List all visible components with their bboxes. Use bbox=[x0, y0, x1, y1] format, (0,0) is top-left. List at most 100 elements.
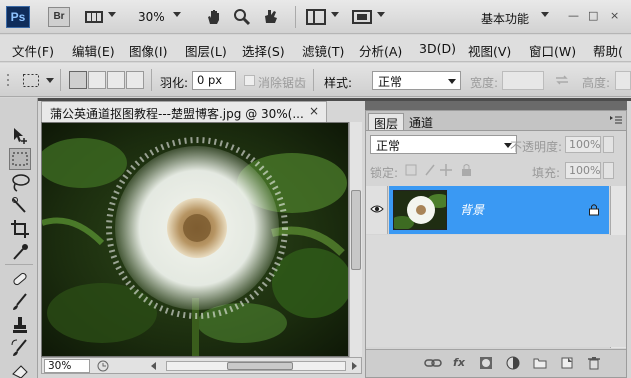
bridge-button[interactable]: Br bbox=[48, 7, 70, 27]
trash-icon[interactable] bbox=[587, 356, 601, 370]
panel-menu-icon[interactable] bbox=[610, 115, 622, 125]
rotate-view-icon[interactable] bbox=[262, 8, 280, 26]
workspace-switcher[interactable]: 基本功能 bbox=[481, 10, 529, 27]
tab-layers[interactable]: 图层 bbox=[368, 113, 405, 131]
chevron-down-icon[interactable] bbox=[108, 12, 116, 17]
photoshop-logo: Ps bbox=[6, 6, 30, 28]
divider bbox=[151, 69, 152, 91]
menu-select[interactable]: 选择(S) bbox=[242, 41, 285, 60]
menu-filter[interactable]: 滤镜(T) bbox=[302, 41, 344, 60]
document-tab[interactable]: 蒲公英通道抠图教程---楚盟博客.jpg @ 30%(... bbox=[41, 101, 327, 122]
menu-image[interactable]: 图像(I) bbox=[129, 41, 167, 60]
style-dropdown[interactable]: 正常 bbox=[372, 71, 461, 90]
minimize-button[interactable]: — bbox=[568, 9, 579, 22]
mask-icon[interactable] bbox=[479, 356, 493, 370]
zoom-tool-icon[interactable] bbox=[233, 8, 251, 26]
panel-collapse-strip[interactable] bbox=[365, 101, 627, 110]
arrange-documents-icon[interactable] bbox=[306, 8, 326, 26]
blend-mode-dropdown[interactable]: 正常 bbox=[370, 135, 517, 154]
chevron-down-icon[interactable] bbox=[46, 78, 54, 83]
layer-row[interactable]: 背景 bbox=[366, 186, 626, 234]
eyedropper-tool-icon[interactable] bbox=[9, 241, 31, 263]
opacity-label: 不透明度: bbox=[510, 140, 563, 154]
opacity-input[interactable]: 100% bbox=[565, 136, 601, 153]
divider bbox=[60, 69, 61, 91]
width-input[interactable] bbox=[502, 71, 544, 90]
antialias-checkbox[interactable] bbox=[244, 75, 255, 86]
brush-tool-icon[interactable] bbox=[9, 291, 31, 313]
new-selection-button[interactable] bbox=[69, 71, 87, 89]
menu-file[interactable]: 文件(F) bbox=[12, 41, 54, 60]
scroll-thumb[interactable] bbox=[227, 362, 293, 370]
eye-icon bbox=[370, 205, 384, 213]
menu-3d[interactable]: 3D(D) bbox=[419, 41, 456, 56]
maximize-button[interactable]: □ bbox=[588, 9, 598, 22]
folder-icon[interactable] bbox=[533, 356, 547, 370]
width-label: 宽度: bbox=[470, 76, 499, 90]
screen-mode-icon[interactable] bbox=[352, 8, 372, 26]
menu-view[interactable]: 视图(V) bbox=[468, 41, 511, 60]
menu-layer[interactable]: 图层(L) bbox=[185, 41, 227, 60]
fx-icon[interactable]: fx bbox=[452, 356, 466, 370]
divider bbox=[295, 6, 296, 28]
layer-background[interactable]: 背景 bbox=[389, 186, 609, 234]
zoom-field[interactable]: 30% bbox=[44, 359, 90, 373]
adjustment-icon[interactable] bbox=[506, 356, 520, 370]
layer-name[interactable]: 背景 bbox=[460, 201, 484, 218]
menu-edit[interactable]: 编辑(E) bbox=[72, 41, 115, 60]
opacity-slider-button[interactable] bbox=[603, 136, 614, 153]
scroll-right-icon[interactable] bbox=[352, 362, 357, 370]
lasso-tool-icon[interactable] bbox=[9, 172, 31, 194]
panel-tabs: 图层 通道 bbox=[366, 111, 626, 131]
eraser-tool-icon[interactable] bbox=[9, 360, 31, 378]
add-to-selection-button[interactable] bbox=[88, 71, 106, 89]
visibility-toggle[interactable] bbox=[366, 186, 388, 234]
quick-selection-tool-icon[interactable] bbox=[9, 195, 31, 217]
layers-list-empty bbox=[366, 235, 626, 347]
subtract-from-selection-button[interactable] bbox=[107, 71, 125, 89]
rectangular-marquee-icon[interactable] bbox=[22, 73, 40, 88]
chevron-down-icon[interactable] bbox=[173, 12, 181, 17]
chevron-down-icon[interactable] bbox=[541, 12, 549, 17]
fill-slider-button[interactable] bbox=[603, 162, 614, 179]
swap-icon[interactable] bbox=[555, 74, 569, 86]
chevron-down-icon bbox=[448, 79, 456, 84]
intersect-selection-button[interactable] bbox=[126, 71, 144, 89]
zoom-level[interactable]: 30% bbox=[138, 10, 165, 24]
layer-thumbnail bbox=[393, 190, 447, 230]
crop-tool-icon[interactable] bbox=[9, 218, 31, 240]
close-button[interactable]: × bbox=[610, 9, 619, 22]
close-document-button[interactable]: × bbox=[309, 104, 319, 118]
link-icon[interactable] bbox=[424, 356, 442, 370]
hand-tool-icon[interactable] bbox=[205, 8, 223, 26]
feather-input[interactable]: 0 px bbox=[192, 71, 236, 90]
menu-help[interactable]: 帮助( bbox=[593, 41, 623, 60]
rectangular-marquee-tool[interactable] bbox=[9, 148, 31, 170]
chevron-down-icon[interactable] bbox=[331, 12, 339, 17]
grip-icon bbox=[7, 74, 9, 86]
vertical-scrollbar[interactable] bbox=[349, 122, 362, 357]
toolbox bbox=[0, 98, 38, 378]
move-tool-icon[interactable] bbox=[9, 125, 31, 147]
scroll-thumb[interactable] bbox=[351, 190, 361, 270]
menu-window[interactable]: 窗口(W) bbox=[529, 41, 576, 60]
application-bar: Ps Br 30% 基本功能 — □ × bbox=[0, 0, 631, 34]
healing-brush-tool-icon[interactable] bbox=[9, 268, 31, 290]
document-title: 蒲公英通道抠图教程---楚盟博客.jpg @ 30%(... bbox=[50, 107, 304, 121]
tab-channels[interactable]: 通道 bbox=[404, 113, 438, 130]
horizontal-scrollbar[interactable] bbox=[166, 361, 346, 371]
clone-stamp-tool-icon[interactable] bbox=[9, 314, 31, 336]
new-layer-icon[interactable] bbox=[560, 356, 574, 370]
history-brush-tool-icon[interactable] bbox=[9, 337, 31, 359]
menu-analysis[interactable]: 分析(A) bbox=[359, 41, 402, 60]
mini-bridge-icon[interactable] bbox=[84, 8, 104, 26]
fill-input[interactable]: 100% bbox=[565, 162, 601, 179]
scroll-left-icon[interactable] bbox=[151, 362, 156, 370]
status-bar: 30% bbox=[41, 357, 362, 374]
lock-options-icons[interactable] bbox=[404, 163, 476, 177]
height-input[interactable] bbox=[615, 71, 631, 90]
status-info-icon[interactable] bbox=[97, 360, 109, 372]
document-canvas[interactable] bbox=[41, 122, 362, 357]
options-bar: 羽化: 0 px 消除锯齿 样式: 正常 宽度: 高度: bbox=[0, 63, 631, 97]
chevron-down-icon[interactable] bbox=[377, 12, 385, 17]
